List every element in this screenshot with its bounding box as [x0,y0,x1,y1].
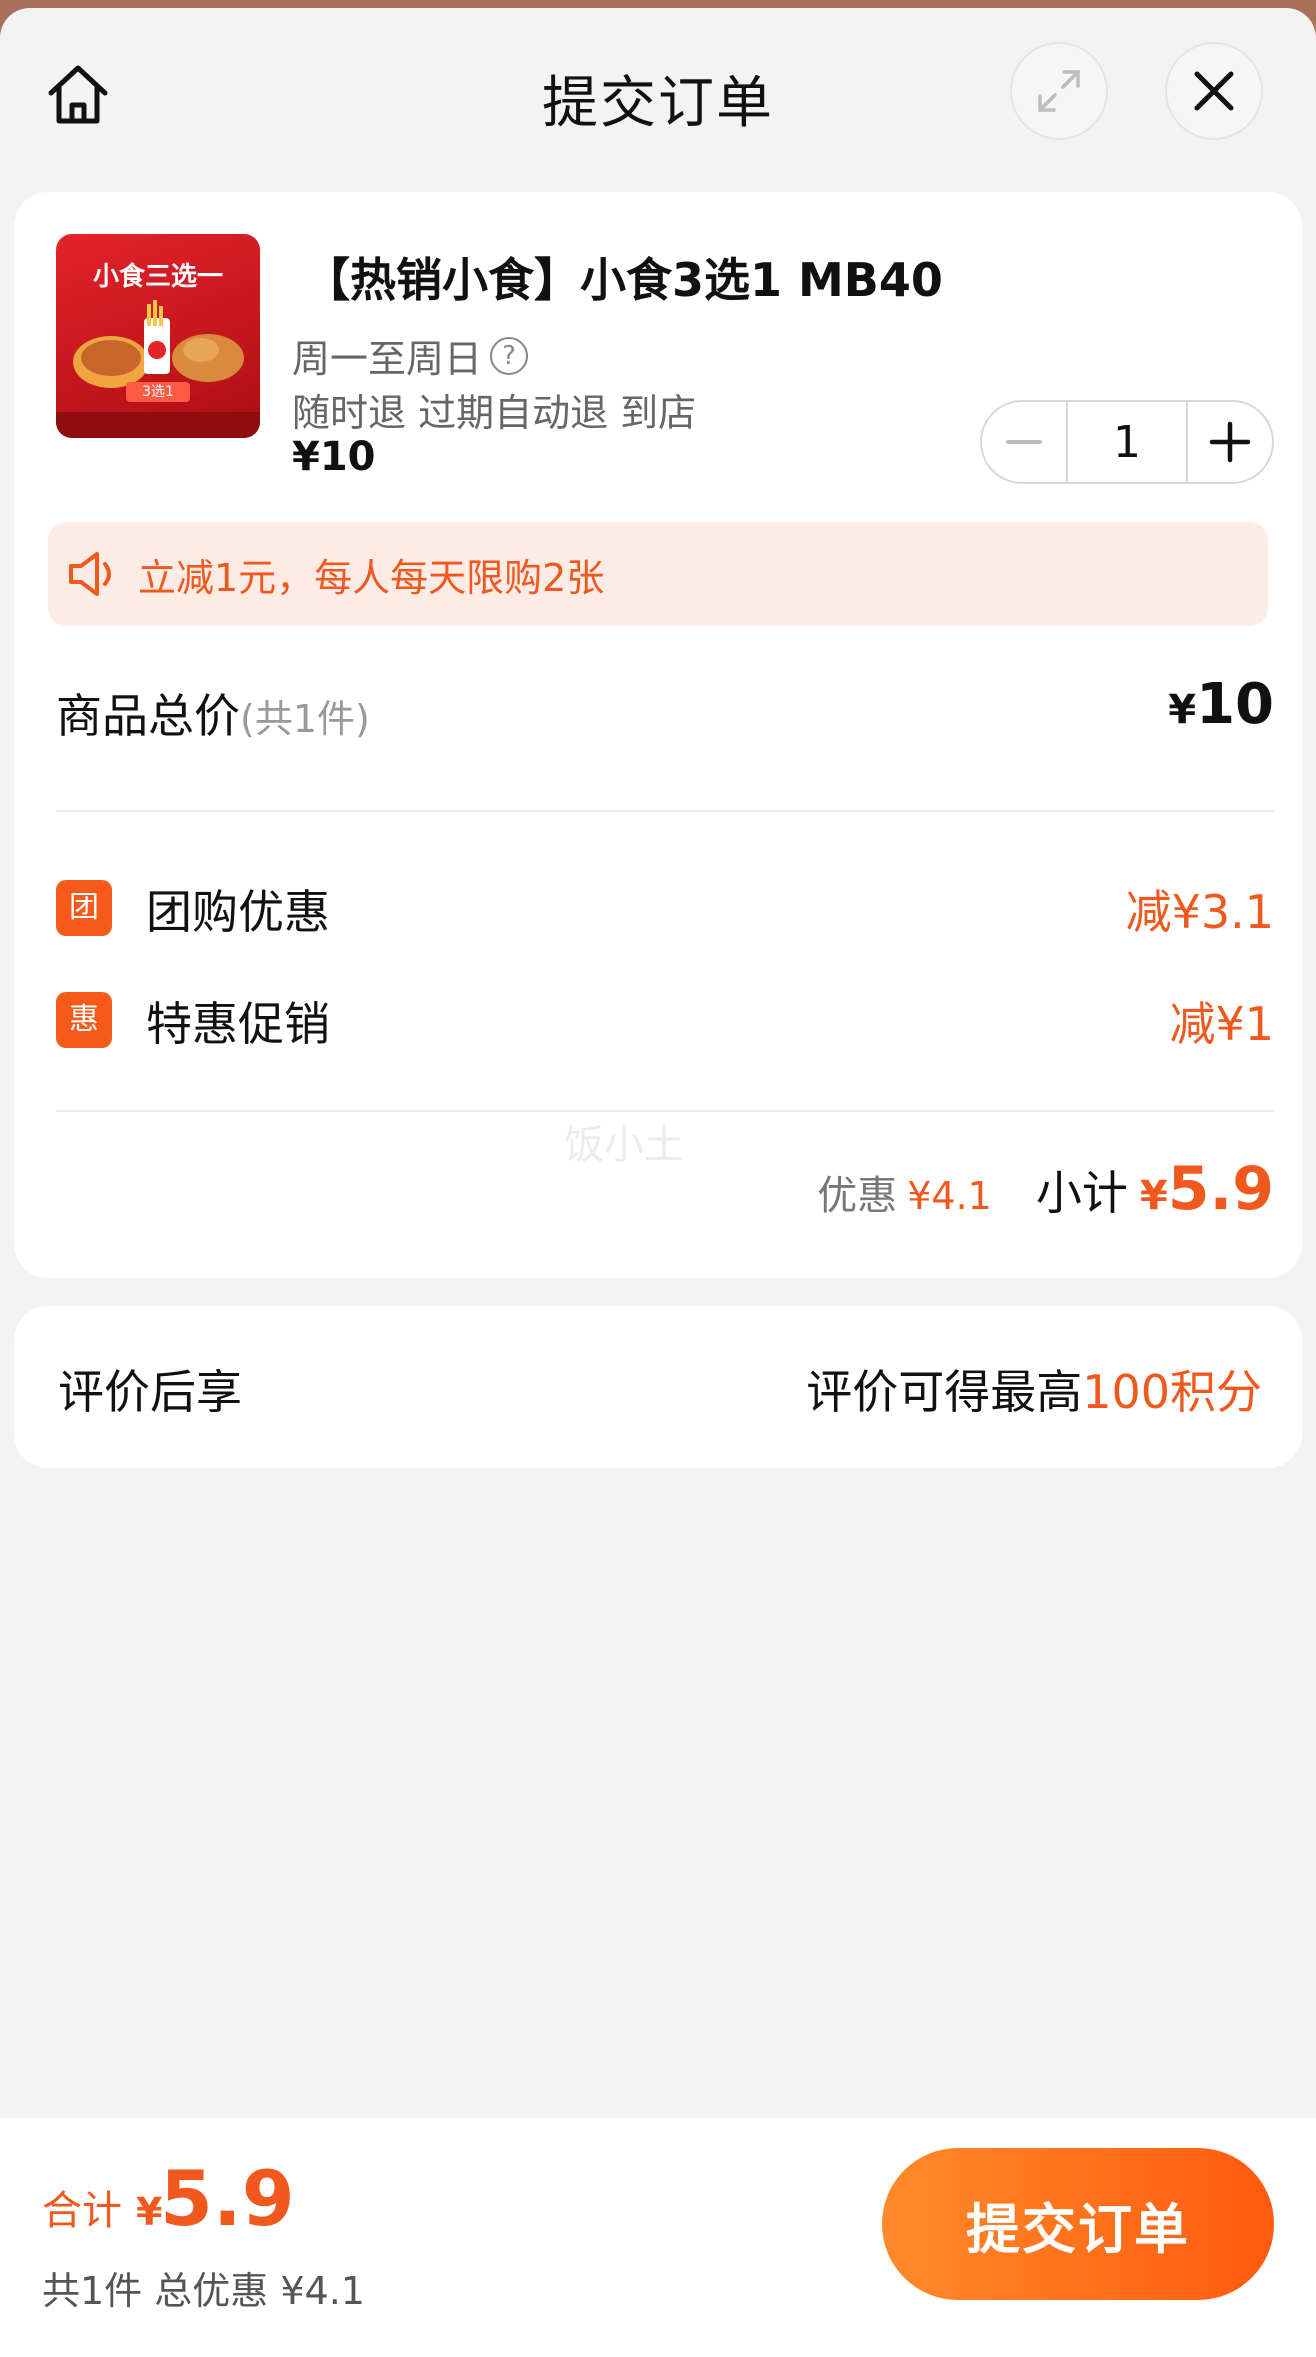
goods-total-yen: ¥ [1168,687,1197,733]
subtotal-value: ¥5.9 [1140,1154,1274,1224]
goods-total-value: ¥10 [1168,672,1274,737]
expand-icon [1038,70,1080,112]
close-icon [1194,71,1234,111]
expand-button[interactable] [1010,42,1108,140]
subtotal-yen: ¥ [1139,1173,1168,1219]
product-image[interactable]: 小食三选一 3选1 [56,234,260,438]
order-card: 小食三选一 3选1 【热销小食】小食3选1 MB40 周一至周日 ? 随时退 过… [14,192,1302,1278]
quantity-stepper: 1 [980,400,1274,484]
discount-label: 团购优惠 [146,885,330,939]
divider [56,810,1274,812]
submit-order-button[interactable]: 提交订单 [882,2148,1274,2300]
discount-row-special: 惠 特惠促销 减¥1 [56,984,1274,1054]
review-reward-points: 100积分 [1082,1365,1262,1419]
subtotal-amount: 5.9 [1167,1154,1274,1224]
promo-notice: 立减1元，每人每天限购2张 [48,522,1268,626]
review-reward-prefix: 评价可得最高 [806,1365,1083,1419]
page-title: 提交订单 [542,71,774,136]
speaker-icon [58,539,128,609]
sum-value: 5.9 [160,2154,295,2243]
help-icon[interactable]: ? [490,336,529,375]
product-valid-days: 周一至周日 ? [292,328,529,383]
product-image-badge: 3选1 [126,382,190,402]
review-reward-info: 评价可得最高100积分 [806,1356,1262,1422]
header: 提交订单 [0,8,1316,178]
sum-description: 共1件 总优惠 ¥4.1 [42,2269,365,2313]
goods-count: (共1件) [240,697,370,741]
minus-icon [1006,440,1042,444]
group-buy-badge-icon: 团 [56,880,112,936]
savings-value: ¥4.1 [907,1174,992,1218]
goods-total-row: 商品总价(共1件) ¥10 [56,672,1274,752]
review-reward-card[interactable]: 评价后享 评价可得最高100积分 [14,1306,1302,1468]
savings-label: 优惠 [817,1173,898,1219]
discount-value: 减¥1 [1169,997,1274,1051]
product-refund-policy: 随时退 过期自动退 到店 [292,391,697,435]
sum-yen: ¥ [136,2190,163,2234]
subtotal-label: 小计 [1035,1166,1128,1220]
discount-label: 特惠促销 [146,997,330,1051]
order-sheet: 提交订单 小食三选一 3选1 【热销小食】小食3选1 MB40 周一至周日 ? … [0,8,1316,2357]
special-offer-badge-icon: 惠 [56,992,112,1048]
goods-total-amount: 10 [1196,672,1274,737]
promo-notice-text: 立减1元，每人每天限购2张 [138,555,605,600]
sum-label: 合计 [42,2188,122,2234]
decrease-button[interactable] [982,402,1066,482]
increase-button[interactable] [1188,402,1272,482]
goods-total-label-text: 商品总价 [56,689,240,743]
product-image-strip [56,412,260,438]
product-price: ¥10 [292,434,376,480]
subtotal-row: 优惠 ¥4.1 小计 ¥5.9 [817,1154,1274,1234]
watermark: 饭小土 [564,1122,684,1168]
goods-total-label: 商品总价(共1件) [56,680,370,746]
checkout-bar: 合计 ¥ 5.9 共1件 总优惠 ¥4.1 提交订单 [0,2118,1316,2357]
product-days-text: 周一至周日 [292,337,483,381]
close-button[interactable] [1165,42,1263,140]
discount-row-group-buy: 团 团购优惠 减¥3.1 [56,872,1274,942]
plus-icon [1209,421,1251,463]
discount-value: 减¥3.1 [1125,885,1274,939]
product-name: 【热销小食】小食3选1 MB40 [304,253,943,307]
quantity-value[interactable]: 1 [1066,402,1188,482]
review-reward-label: 评价后享 [58,1365,242,1419]
